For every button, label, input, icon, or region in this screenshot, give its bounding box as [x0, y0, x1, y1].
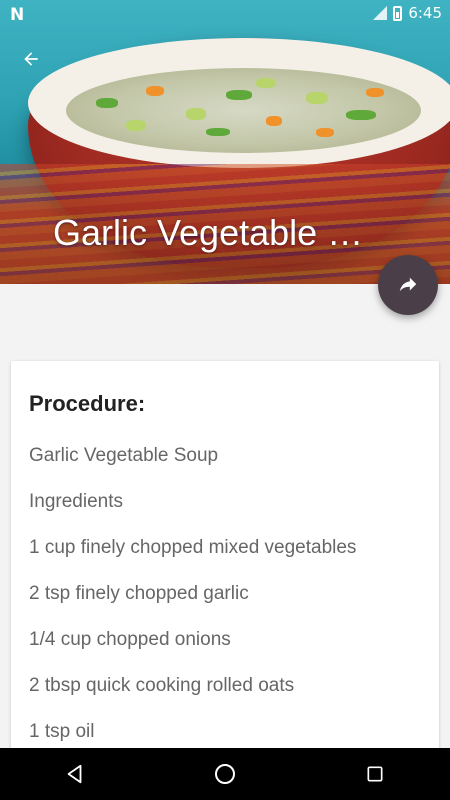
procedure-heading: Procedure: [29, 391, 146, 416]
share-button[interactable] [378, 255, 438, 315]
procedure-line: 1 cup finely chopped mixed vegetables [29, 537, 357, 558]
procedure-line: Ingredients [29, 491, 124, 512]
page-title: Garlic Vegetable S… [53, 212, 383, 253]
triangle-back-icon [67, 764, 82, 784]
procedure-card: Procedure: Garlic Vegetable Soup Ingredi… [11, 361, 439, 761]
procedure-line: 2 tbsp quick cooking rolled oats [29, 675, 295, 696]
battery-icon [393, 5, 403, 21]
status-bar: N 6:45 [0, 0, 450, 28]
back-button[interactable] [14, 42, 48, 76]
system-navigation-bar [0, 748, 450, 800]
procedure-line: Garlic Vegetable Soup [29, 445, 219, 466]
square-recents-icon [367, 766, 383, 782]
signal-icon [373, 6, 388, 20]
nav-back-button[interactable] [45, 748, 105, 800]
circle-home-icon [215, 764, 235, 784]
share-icon [399, 277, 417, 292]
arrow-back-icon [24, 52, 38, 66]
nav-recents-button[interactable] [345, 748, 405, 800]
nav-home-button[interactable] [195, 748, 255, 800]
procedure-line: 1 tsp oil [29, 721, 95, 742]
procedure-line: 2 tsp finely chopped garlic [29, 583, 249, 604]
clock-time: 6:45 [408, 4, 442, 22]
procedure-line: 1/4 cup chopped onions [29, 629, 231, 650]
notification-n-icon: N [10, 5, 25, 25]
